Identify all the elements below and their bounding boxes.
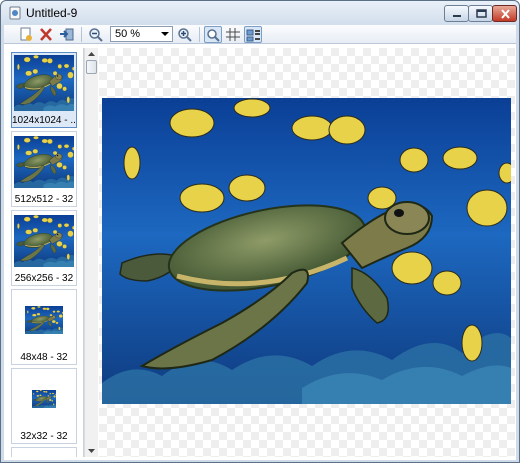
toolbar-separator <box>199 27 200 42</box>
toolbar-separator <box>81 27 82 42</box>
zoom-level-value: 50 % <box>115 28 141 40</box>
toolbar: 50 % <box>4 25 516 44</box>
close-button[interactable] <box>492 5 517 22</box>
thumbnail-label: 48x48 - 32 <box>20 352 68 363</box>
turtle-image <box>102 98 511 404</box>
zoom-in-button[interactable] <box>176 26 194 43</box>
thumbnail-label: 32x32 - 32 <box>20 431 68 442</box>
zoom-tool-button[interactable] <box>204 26 222 43</box>
thumbnail-label: 1024x1024 - ... <box>12 115 76 126</box>
thumbnail-item[interactable]: 1024x1024 - ... <box>11 52 77 128</box>
thumbnail-item[interactable]: 32x32 - 32 <box>11 368 77 444</box>
thumbnail-item[interactable]: 256x256 - 32 <box>11 210 77 286</box>
new-page-button[interactable] <box>17 26 35 43</box>
thumbnail-label: 512x512 - 32 <box>14 194 74 205</box>
scroll-down-button[interactable] <box>85 445 98 457</box>
scroll-thumb[interactable] <box>86 60 97 74</box>
app-icon <box>8 6 22 20</box>
window-title: Untitled-9 <box>26 6 78 20</box>
thumbnail-item[interactable]: 48x48 - 32 <box>11 289 77 365</box>
thumbnail-scrollbar[interactable] <box>84 48 98 457</box>
zoom-out-button[interactable] <box>87 26 105 43</box>
delete-button[interactable] <box>37 26 55 43</box>
thumbnail-view-button[interactable] <box>244 26 262 43</box>
scroll-up-button[interactable] <box>85 48 98 60</box>
grid-button[interactable] <box>224 26 242 43</box>
zoom-level-select[interactable]: 50 % <box>110 26 173 42</box>
thumbnail-item-partial[interactable] <box>11 447 77 457</box>
thumbnail-panel: 1024x1024 - ... 512x512 - 32 256x256 - 3… <box>4 48 84 457</box>
thumbnail-label: 256x256 - 32 <box>14 273 74 284</box>
chevron-down-icon <box>161 32 169 36</box>
app-window: Untitled-9 50 % 1024x1024 - ... 512x512 … <box>0 0 520 463</box>
minimize-button[interactable] <box>444 5 469 22</box>
thumbnail-item[interactable]: 512x512 - 32 <box>11 131 77 207</box>
export-button[interactable] <box>58 26 76 43</box>
title-bar[interactable]: Untitled-9 <box>1 1 519 25</box>
maximize-button[interactable] <box>468 5 493 22</box>
